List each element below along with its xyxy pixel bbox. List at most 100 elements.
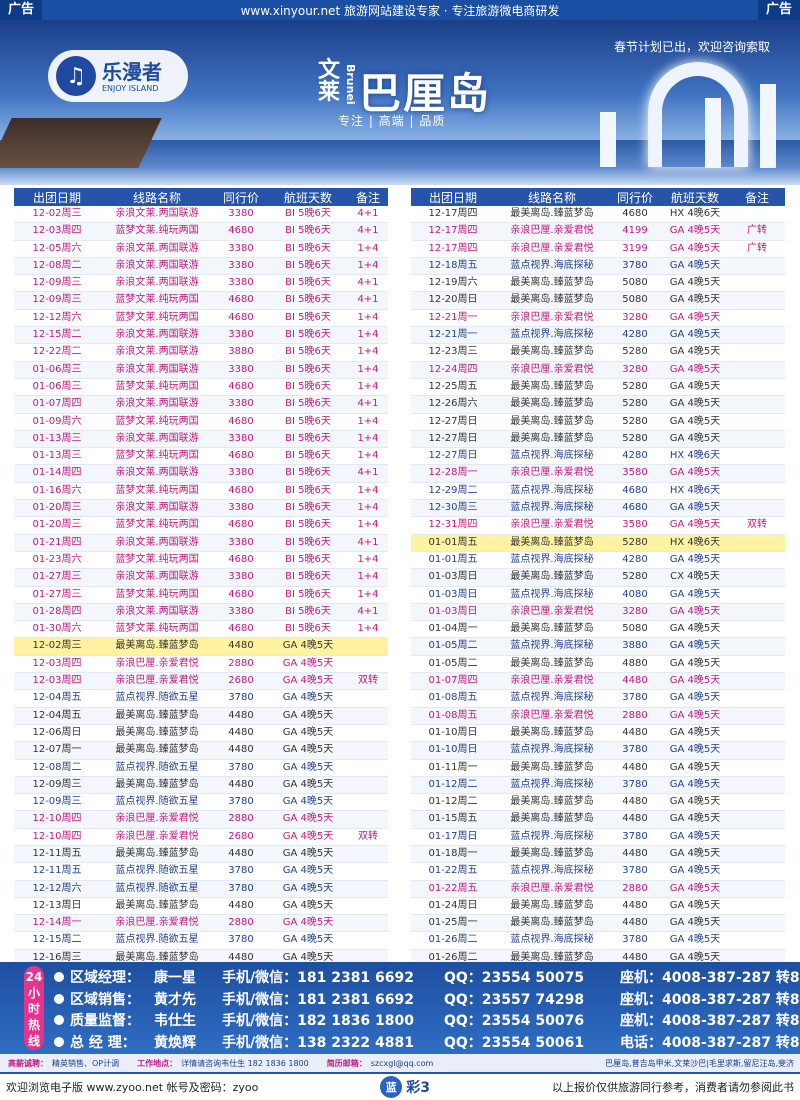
table-row[interactable]: 12-17周四 亲浪巴厘.亲爱君悦 3199 GA 4晚5天 广转 [411,240,785,258]
site-slogan[interactable]: www.xinyour.net 旅游网站建设专家 · 专注旅游微电商研发 [241,2,560,19]
table-row[interactable]: 01-12周二 最美离岛.臻蓝梦岛 4480 GA 4晚5天 [411,793,785,812]
table-row[interactable]: 12-23周三 最美离岛.臻蓝梦岛 5280 GA 4晚5天 [411,343,785,362]
table-row[interactable]: 12-02周三 最美离岛.臻蓝梦岛 4480 GA 4晚5天 [14,637,388,656]
table-row[interactable]: 01-11周一 最美离岛.臻蓝梦岛 4480 GA 4晚5天 [411,759,785,777]
table-row[interactable]: 01-03周日 亲浪巴厘.亲爱君悦 3280 GA 4晚5天 [411,603,785,622]
contact-phone[interactable]: 手机/微信：138 2322 4881 [222,1032,444,1053]
contact-phone[interactable]: 手机/微信：182 1836 1800 [222,1010,444,1031]
contact-tel[interactable]: 座机：4008-387-287 转820 [620,989,800,1010]
table-row[interactable]: 12-29周二 蓝点视界.海底探秘 4680 HX 4晚6天 [411,482,785,501]
table-row[interactable]: 12-26周六 最美离岛.臻蓝梦岛 5280 GA 4晚5天 [411,395,785,414]
table-row[interactable]: 01-10周日 蓝点视界.海底探秘 3780 GA 4晚5天 [411,741,785,760]
table-row[interactable]: 01-20周三 蓝梦文莱.纯玩两国 4680 BI 5晚6天 1+4 [14,516,388,535]
table-row[interactable]: 01-21周四 亲浪文莱.两国联游 3380 BI 5晚6天 4+1 [14,534,388,552]
table-row[interactable]: 12-27周日 最美离岛.臻蓝梦岛 5280 GA 4晚5天 [411,413,785,431]
mail-text[interactable]: szcxgl@qq.com [371,1059,434,1068]
contact-qq[interactable]: QQ：23554 50075 [444,967,620,988]
table-row[interactable]: 12-04周五 蓝点视界.随欲五星 3780 GA 4晚5天 [14,689,388,708]
table-row[interactable]: 12-13周日 最美离岛.臻蓝梦岛 4480 GA 4晚5天 [14,897,388,916]
table-row[interactable]: 12-09周三 蓝梦文莱.纯玩两国 4680 BI 5晚6天 4+1 [14,291,388,310]
table-row[interactable]: 12-17周四 亲浪巴厘.亲爱君悦 4199 GA 4晚5天 广转 [411,222,785,241]
table-row[interactable]: 12-03周四 亲浪巴厘.亲爱君悦 2880 GA 4晚5天 [14,655,388,674]
table-row[interactable]: 01-17周日 蓝点视界.海底探秘 3780 GA 4晚5天 [411,828,785,846]
table-row[interactable]: 12-28周一 亲浪巴厘.亲爱君悦 3580 GA 4晚5天 [411,464,785,483]
table-row[interactable]: 01-10周日 最美离岛.臻蓝梦岛 4480 GA 4晚5天 [411,724,785,743]
table-row[interactable]: 12-12周六 蓝点视界.随欲五星 3780 GA 4晚5天 [14,880,388,898]
table-row[interactable]: 01-08周五 蓝点视界.海底探秘 3780 GA 4晚5天 [411,689,785,708]
table-row[interactable]: 12-09周三 最美离岛.臻蓝梦岛 4480 GA 4晚5天 [14,776,388,795]
table-row[interactable]: 01-03周日 最美离岛.臻蓝梦岛 5280 CX 4晚5天 [411,568,785,587]
table-row[interactable]: 12-20周日 最美离岛.臻蓝梦岛 5080 GA 4晚5天 [411,291,785,310]
table-row[interactable]: 01-06周三 蓝梦文莱.纯玩两国 4680 BI 5晚6天 1+4 [14,378,388,397]
table-row[interactable]: 01-01周五 蓝点视界.海底探秘 4280 GA 4晚5天 [411,551,785,570]
contact-phone[interactable]: 手机/微信：181 2381 6692 [222,967,444,988]
table-row[interactable]: 12-07周一 最美离岛.臻蓝梦岛 4480 GA 4晚5天 [14,741,388,760]
table-row[interactable]: 12-10周四 亲浪巴厘.亲爱君悦 2680 GA 4晚5天 双转 [14,828,388,846]
table-row[interactable]: 01-18周一 最美离岛.臻蓝梦岛 4480 GA 4晚5天 [411,845,785,864]
table-row[interactable]: 12-11周五 最美离岛.臻蓝梦岛 4480 GA 4晚5天 [14,845,388,864]
table-row[interactable]: 01-20周三 亲浪文莱.两国联游 3380 BI 5晚6天 1+4 [14,499,388,518]
table-row[interactable]: 01-01周五 最美离岛.臻蓝梦岛 5280 HX 4晚6天 [411,534,785,552]
table-row[interactable]: 01-05周二 蓝点视界.海底探秘 3880 GA 4晚5天 [411,637,785,656]
table-row[interactable]: 12-27周日 蓝点视界.海底探秘 4280 HX 4晚6天 [411,447,785,466]
table-row[interactable]: 12-31周四 亲浪巴厘.亲爱君悦 3580 GA 4晚5天 双转 [411,516,785,535]
table-row[interactable]: 12-11周五 蓝点视界.随欲五星 3780 GA 4晚5天 [14,862,388,881]
table-row[interactable]: 12-21周一 蓝点视界.海底探秘 4280 GA 4晚5天 [411,326,785,345]
table-row[interactable]: 12-21周一 亲浪巴厘.亲爱君悦 3280 GA 4晚5天 [411,309,785,328]
table-row[interactable]: 12-14周一 亲浪巴厘.亲爱君悦 2880 GA 4晚5天 [14,914,388,933]
table-row[interactable]: 12-17周四 最美离岛.臻蓝梦岛 4680 HX 4晚6天 [411,206,785,224]
table-row[interactable]: 12-19周六 最美离岛.臻蓝梦岛 5080 GA 4晚5天 [411,274,785,293]
table-row[interactable]: 12-12周六 蓝梦文莱.纯玩两国 4680 BI 5晚6天 1+4 [14,309,388,328]
table-row[interactable]: 01-13周三 亲浪文莱.两国联游 3380 BI 5晚6天 1+4 [14,430,388,449]
table-row[interactable]: 12-10周四 亲浪巴厘.亲爱君悦 2880 GA 4晚5天 [14,810,388,829]
table-row[interactable]: 01-30周六 蓝梦文莱.纯玩两国 4680 BI 5晚6天 1+4 [14,620,388,639]
table-row[interactable]: 01-22周五 亲浪巴厘.亲爱君悦 2880 GA 4晚5天 [411,880,785,898]
table-row[interactable]: 12-25周五 最美离岛.臻蓝梦岛 5280 GA 4晚5天 [411,378,785,397]
table-row[interactable]: 01-27周三 亲浪文莱.两国联游 3380 BI 5晚6天 1+4 [14,568,388,587]
table-row[interactable]: 12-18周五 蓝点视界.海底探秘 3780 GA 4晚5天 [411,257,785,276]
table-row[interactable]: 01-14周四 亲浪文莱.两国联游 3380 BI 5晚6天 4+1 [14,464,388,483]
table-row[interactable]: 01-16周六 蓝梦文莱.纯玩两国 4680 BI 5晚6天 1+4 [14,482,388,501]
table-row[interactable]: 01-24周日 最美离岛.臻蓝梦岛 4480 GA 4晚5天 [411,897,785,916]
contact-qq[interactable]: QQ：23554 50061 [444,1032,620,1053]
table-row[interactable]: 01-12周二 蓝点视界.海底探秘 3780 GA 4晚5天 [411,776,785,795]
table-row[interactable]: 12-09周三 亲浪文莱.两国联游 3380 BI 5晚6天 4+1 [14,274,388,293]
table-row[interactable]: 12-02周三 亲浪文莱.两国联游 3380 BI 5晚6天 4+1 [14,206,388,224]
table-row[interactable]: 01-04周一 最美离岛.臻蓝梦岛 5080 GA 4晚5天 [411,620,785,639]
contact-qq[interactable]: QQ：23554 50076 [444,1010,620,1031]
table-row[interactable]: 01-13周三 蓝梦文莱.纯玩两国 4680 BI 5晚6天 1+4 [14,447,388,466]
table-row[interactable]: 12-03周四 蓝梦文莱.纯玩两国 4680 BI 5晚6天 4+1 [14,222,388,241]
table-row[interactable]: 01-22周五 蓝点视界.海底探秘 3780 GA 4晚5天 [411,862,785,881]
table-row[interactable]: 01-28周四 亲浪文莱.两国联游 3380 BI 5晚6天 4+1 [14,603,388,622]
contact-tel[interactable]: 座机：4008-387-287 转814 [620,1010,800,1031]
table-row[interactable]: 12-15周二 蓝点视界.随欲五星 3780 GA 4晚5天 [14,931,388,950]
footer-left[interactable]: 欢迎浏览电子版 www.zyoo.net 帐号及密码：zyoo [6,1079,258,1095]
table-row[interactable]: 01-07周四 亲浪文莱.两国联游 3380 BI 5晚6天 4+1 [14,395,388,414]
contact-tel[interactable]: 座机：4008-387-287 转820 [620,967,800,988]
table-row[interactable]: 01-23周六 蓝梦文莱.纯玩两国 4680 BI 5晚6天 1+4 [14,551,388,570]
table-row[interactable]: 01-05周二 最美离岛.臻蓝梦岛 4880 GA 4晚5天 [411,655,785,674]
table-row[interactable]: 12-09周三 蓝点视界.随欲五星 3780 GA 4晚5天 [14,793,388,812]
table-row[interactable]: 12-22周二 亲浪文莱.两国联游 3880 BI 5晚6天 1+4 [14,343,388,362]
table-row[interactable]: 01-27周三 蓝梦文莱.纯玩两国 4680 BI 5晚6天 1+4 [14,586,388,604]
table-row[interactable]: 12-24周四 亲浪巴厘.亲爱君悦 3280 GA 4晚5天 [411,361,785,379]
table-row[interactable]: 01-26周二 蓝点视界.海底探秘 3780 GA 4晚5天 [411,931,785,950]
table-row[interactable]: 12-30周三 蓝点视界.海底探秘 4680 GA 4晚5天 [411,499,785,518]
table-row[interactable]: 01-03周日 蓝点视界.海底探秘 4080 GA 4晚5天 [411,586,785,604]
table-row[interactable]: 12-15周二 亲浪文莱.两国联游 3380 BI 5晚6天 1+4 [14,326,388,345]
table-row[interactable]: 12-06周日 最美离岛.臻蓝梦岛 4480 GA 4晚5天 [14,724,388,743]
table-row[interactable]: 12-03周四 亲浪巴厘.亲爱君悦 2680 GA 4晚5天 双转 [14,672,388,691]
table-row[interactable]: 01-08周五 亲浪巴厘.亲爱君悦 2880 GA 4晚5天 [411,707,785,725]
table-row[interactable]: 01-06周三 亲浪文莱.两国联游 3380 BI 5晚6天 1+4 [14,361,388,379]
table-row[interactable]: 12-27周日 最美离岛.臻蓝梦岛 5280 GA 4晚5天 [411,430,785,449]
table-row[interactable]: 12-04周五 最美离岛.臻蓝梦岛 4480 GA 4晚5天 [14,707,388,725]
contact-tel[interactable]: 电话：4008-387-287 转803 [620,1032,800,1053]
table-row[interactable]: 01-25周一 最美离岛.臻蓝梦岛 4480 GA 4晚5天 [411,914,785,933]
table-row[interactable]: 12-05周六 亲浪文莱.两国联游 3380 BI 5晚6天 1+4 [14,240,388,258]
contact-qq[interactable]: QQ：23557 74298 [444,989,620,1010]
table-row[interactable]: 01-07周四 亲浪巴厘.亲爱君悦 4480 GA 4晚5天 [411,672,785,691]
table-row[interactable]: 01-15周五 最美离岛.臻蓝梦岛 4480 GA 4晚5天 [411,810,785,829]
contact-phone[interactable]: 手机/微信：181 2381 6692 [222,989,444,1010]
table-row[interactable]: 12-08周二 亲浪文莱.两国联游 3380 BI 5晚6天 1+4 [14,257,388,276]
table-row[interactable]: 01-09周六 蓝梦文莱.纯玩两国 4680 BI 5晚6天 1+4 [14,413,388,431]
